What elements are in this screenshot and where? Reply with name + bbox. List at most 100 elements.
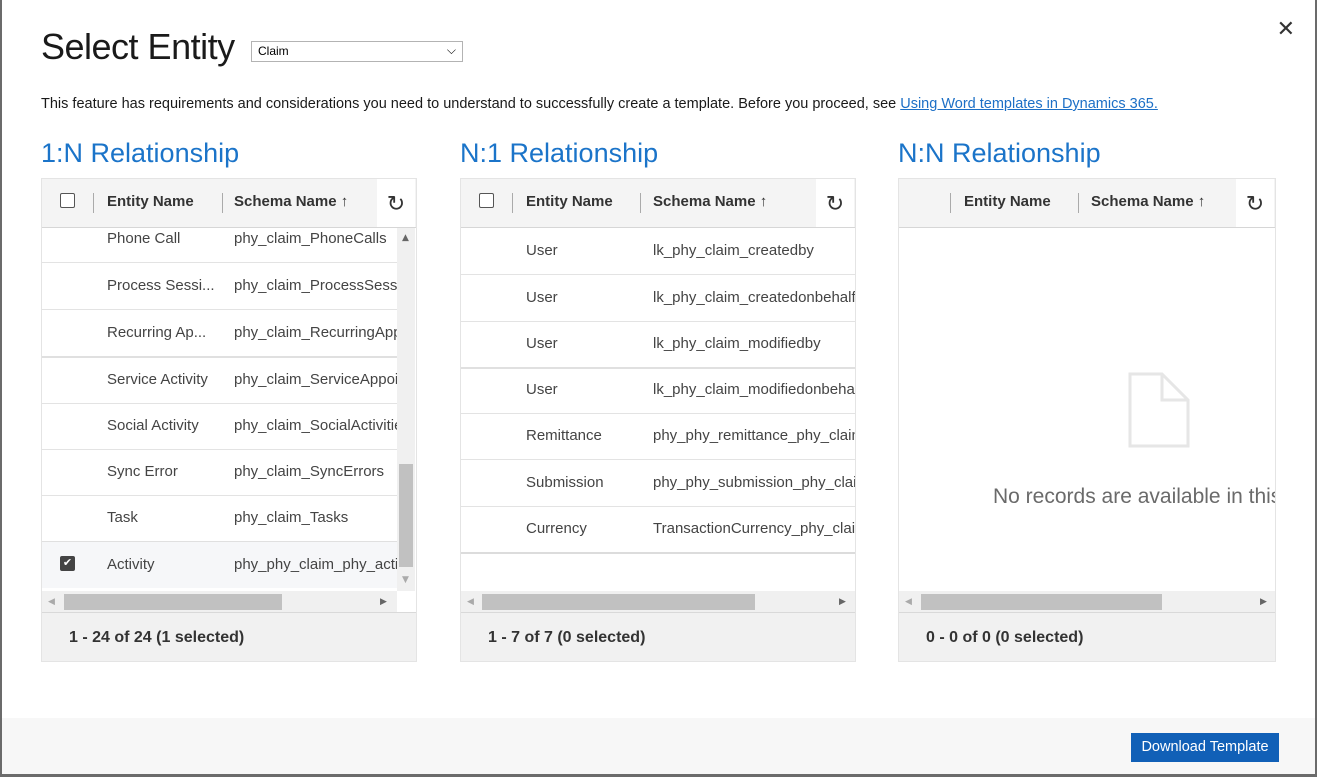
table-row[interactable]: Recurring Ap... phy_claim_RecurringAppoi… [42,310,397,358]
select-all-checkbox[interactable] [60,193,75,208]
info-message: This feature has requirements and consid… [41,96,901,112]
grid-status: 1 - 7 of 7 (0 selected) [461,612,855,661]
column-header-entity-name[interactable]: Entity Name [526,193,613,210]
scroll-left-arrow-icon[interactable]: ◀ [48,597,55,607]
table-row[interactable]: Phone Call phy_claim_PhoneCalls [42,222,397,263]
empty-message: No records are available in this view. [993,485,1275,508]
table-row[interactable]: Submission phy_phy_submission_phy_claim [461,460,855,507]
horizontal-scrollbar[interactable]: ◀ ▶ [42,591,397,613]
table-row[interactable]: User lk_phy_claim_createdby [461,228,855,275]
grid-1-n: Entity Name Schema Name ↑ ↻ Phone Call p… [41,178,417,662]
schema-name-cell: phy_phy_remittance_phy_claim [653,427,855,444]
vertical-scrollbar-thumb[interactable] [399,464,413,567]
entity-name-cell: Social Activity [107,417,199,434]
schema-name-cell: phy_phy_claim_phy_activity [234,556,397,573]
column-header-schema-name[interactable]: Schema Name ↑ [1091,193,1205,210]
close-icon[interactable]: ✕ [1277,17,1295,42]
dialog-title: Select Entity [41,26,235,67]
scroll-right-arrow-icon[interactable]: ▶ [380,597,387,607]
schema-name-cell: lk_phy_claim_modifiedonbehalfby [653,381,855,398]
scroll-left-arrow-icon[interactable]: ◀ [467,597,474,607]
grid-header: Entity Name Schema Name ↑ ↻ [899,179,1275,228]
horizontal-scrollbar-thumb[interactable] [482,594,755,610]
column-separator [640,193,641,213]
info-text: This feature has requirements and consid… [41,96,1158,112]
entity-select[interactable]: Claim ⌵ [251,41,463,62]
entity-name-cell: Remittance [526,427,602,444]
section-title: N:N Relationship [898,138,1101,168]
table-row[interactable]: Task phy_claim_Tasks [42,495,397,543]
schema-name-cell: lk_phy_claim_createdonbehalfby [653,289,855,306]
grid-n-1: Entity Name Schema Name ↑ ↻ User lk_phy_… [460,178,856,662]
entity-name-cell: User [526,242,558,259]
entity-name-cell: Task [107,509,138,526]
record-count: 1 - 7 of 7 (0 selected) [488,629,646,646]
schema-name-cell: phy_claim_SocialActivities [234,417,397,434]
grid-header: Entity Name Schema Name ↑ ↻ [461,179,855,228]
schema-name-cell: phy_claim_PhoneCalls [234,230,387,247]
horizontal-scrollbar-thumb[interactable] [64,594,282,610]
schema-name-cell: phy_claim_RecurringAppointmentMasters [234,324,397,341]
table-row[interactable]: User lk_phy_claim_modifiedonbehalfby [461,367,855,414]
empty-document-icon [1128,372,1190,448]
entity-name-cell: Recurring Ap... [107,324,207,341]
scroll-up-arrow-icon[interactable]: ▲ [402,233,409,243]
grid-n-n: Entity Name Schema Name ↑ ↻ No records a… [898,178,1276,662]
schema-name-cell: phy_claim_ServiceAppointments [234,371,397,388]
table-row[interactable]: Sync Error phy_claim_SyncErrors [42,449,397,496]
schema-name-cell: phy_claim_ProcessSessions [234,277,397,294]
column-header-schema-name[interactable]: Schema Name ↑ [234,193,348,210]
scroll-right-arrow-icon[interactable]: ▶ [839,597,846,607]
section-title: 1:N Relationship [41,138,240,168]
refresh-icon[interactable]: ↻ [377,179,415,227]
section-1-n: 1:N Relationship Entity Name Schema Name… [41,138,417,662]
schema-name-cell: lk_phy_claim_modifiedby [653,335,821,352]
entity-name-cell: Process Sessi... [107,277,215,294]
table-row[interactable]: Remittance phy_phy_remittance_phy_claim [461,413,855,460]
record-count: 0 - 0 of 0 (0 selected) [926,629,1084,646]
entity-name-cell: Phone Call [107,230,181,247]
column-header-entity-name[interactable]: Entity Name [964,193,1051,210]
table-row[interactable]: Process Sessi... phy_claim_ProcessSessio… [42,263,397,310]
table-row[interactable]: User lk_phy_claim_createdonbehalfby [461,275,855,322]
entity-name-cell: Submission [526,474,604,491]
column-header-schema-name[interactable]: Schema Name ↑ [653,193,767,210]
scroll-right-arrow-icon[interactable]: ▶ [1260,597,1267,607]
table-row[interactable]: Service Activity phy_claim_ServiceAppoin… [42,357,397,404]
section-n-n: N:N Relationship Entity Name Schema Name… [898,138,1276,662]
column-separator [222,193,223,213]
scroll-down-arrow-icon[interactable]: ▼ [402,575,409,585]
table-row[interactable]: User lk_phy_claim_modifiedby [461,321,855,369]
table-row[interactable]: Currency TransactionCurrency_phy_claim [461,506,855,554]
column-header-entity-name[interactable]: Entity Name [107,193,194,210]
entity-select-value: Claim [258,44,289,58]
download-template-button[interactable]: Download Template [1131,733,1279,762]
refresh-icon[interactable]: ↻ [816,179,854,227]
horizontal-scrollbar[interactable]: ◀ ▶ [461,591,855,613]
select-all-checkbox[interactable] [479,193,494,208]
grid-header: Entity Name Schema Name ↑ ↻ [42,179,416,228]
section-title: N:1 Relationship [460,138,659,168]
entity-name-cell: Currency [526,520,587,537]
dialog-footer [2,718,1315,774]
entity-name-cell: User [526,289,558,306]
horizontal-scrollbar[interactable]: ◀ ▶ [899,591,1275,613]
word-templates-link[interactable]: Using Word templates in Dynamics 365. [900,96,1158,112]
horizontal-scrollbar-thumb[interactable] [921,594,1162,610]
entity-name-cell: Service Activity [107,371,208,388]
schema-name-cell: TransactionCurrency_phy_claim [653,520,855,537]
column-separator [950,193,951,213]
entity-name-cell: User [526,381,558,398]
chevron-down-icon: ⌵ [446,43,456,57]
schema-name-cell: phy_phy_submission_phy_claim [653,474,855,491]
table-row-selected[interactable]: ✔ Activity phy_phy_claim_phy_activity [42,542,397,588]
entity-name-cell: Activity [107,556,155,573]
schema-name-cell: phy_claim_Tasks [234,509,349,526]
row-checkbox-checked[interactable]: ✔ [60,556,75,571]
refresh-icon[interactable]: ↻ [1236,179,1274,227]
vertical-scrollbar[interactable]: ▲ ▼ [397,228,415,591]
table-row[interactable]: Social Activity phy_claim_SocialActiviti… [42,403,397,450]
schema-name-cell: lk_phy_claim_createdby [653,242,814,259]
grid-status: 1 - 24 of 24 (1 selected) [42,612,416,661]
scroll-left-arrow-icon[interactable]: ◀ [905,597,912,607]
